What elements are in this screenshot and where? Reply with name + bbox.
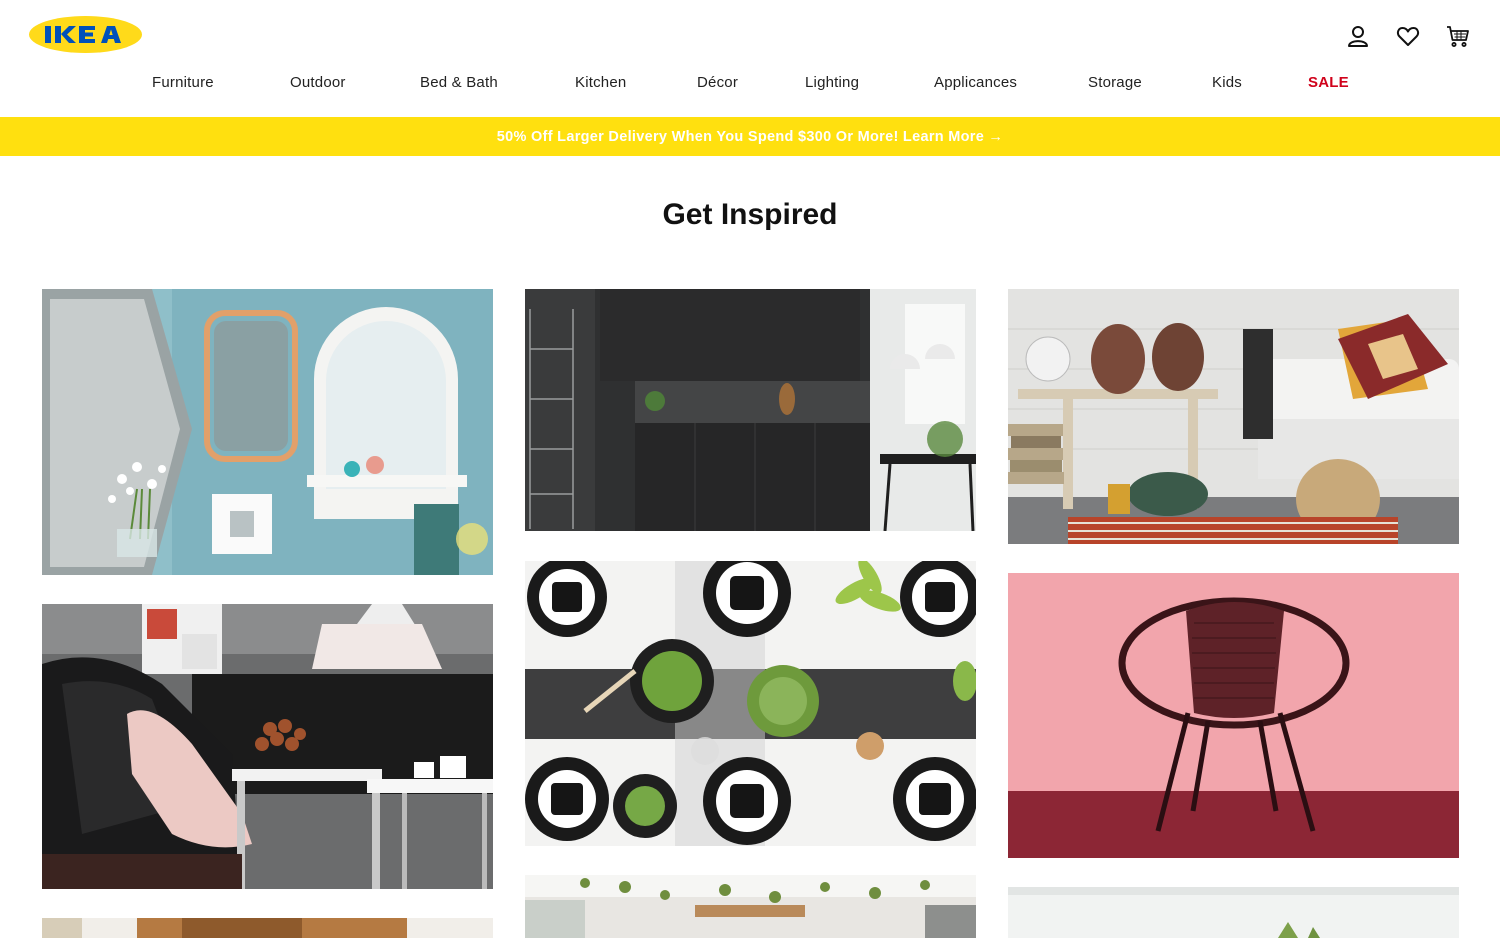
inspiration-tile-patio[interactable]	[525, 875, 976, 938]
nav-item-kids[interactable]: Kids	[1212, 74, 1242, 91]
table-setting-image	[525, 561, 976, 846]
patio-image	[525, 875, 976, 938]
bright-room-image	[1008, 887, 1459, 938]
nav-item-outdoor[interactable]: Outdoor	[290, 74, 346, 91]
cart-icon[interactable]	[1446, 24, 1470, 48]
header-actions	[1346, 24, 1470, 48]
inspiration-tile-table-setting[interactable]	[525, 561, 976, 846]
nav-item-sale[interactable]: SALE	[1308, 74, 1349, 91]
living-room-image	[1008, 289, 1459, 544]
heart-icon[interactable]	[1396, 24, 1420, 48]
inspiration-tile-living-room[interactable]	[1008, 289, 1459, 544]
inspiration-tile-wooden[interactable]	[42, 918, 493, 938]
account-icon[interactable]	[1346, 24, 1370, 48]
kitchen-image	[525, 289, 976, 531]
page-title: Get Inspired	[662, 198, 838, 231]
promo-banner: 50% Off Larger Delivery When You Spend $…	[0, 117, 1500, 156]
armchair-image	[42, 604, 493, 889]
inspiration-tile-bright-room[interactable]	[1008, 887, 1459, 938]
nav-item-furniture[interactable]: Furniture	[152, 74, 214, 91]
ikea-logo[interactable]	[29, 16, 142, 53]
inspiration-tile-armchair[interactable]	[42, 604, 493, 889]
nav-item-storage[interactable]: Storage	[1088, 74, 1142, 91]
nav-item-kitchen[interactable]: Kitchen	[575, 74, 626, 91]
wooden-image	[42, 918, 493, 938]
nav-item-lighting[interactable]: Lighting	[805, 74, 859, 91]
inspiration-tile-mirrors[interactable]	[42, 289, 493, 575]
nav-item-bed-bath[interactable]: Bed & Bath	[420, 74, 498, 91]
site-header: Furniture Outdoor Bed & Bath Kitchen Déc…	[0, 0, 1500, 117]
inspiration-tile-rattan-chair[interactable]	[1008, 573, 1459, 858]
nav-item-appliances[interactable]: Applicances	[934, 74, 1017, 91]
main-nav: Furniture Outdoor Bed & Bath Kitchen Déc…	[0, 74, 1500, 102]
promo-banner-link[interactable]: 50% Off Larger Delivery When You Spend $…	[497, 129, 1003, 145]
inspiration-tile-kitchen[interactable]	[525, 289, 976, 531]
nav-item-decor[interactable]: Décor	[697, 74, 738, 91]
rattan-chair-image	[1008, 573, 1459, 858]
mirrors-image	[42, 289, 493, 575]
